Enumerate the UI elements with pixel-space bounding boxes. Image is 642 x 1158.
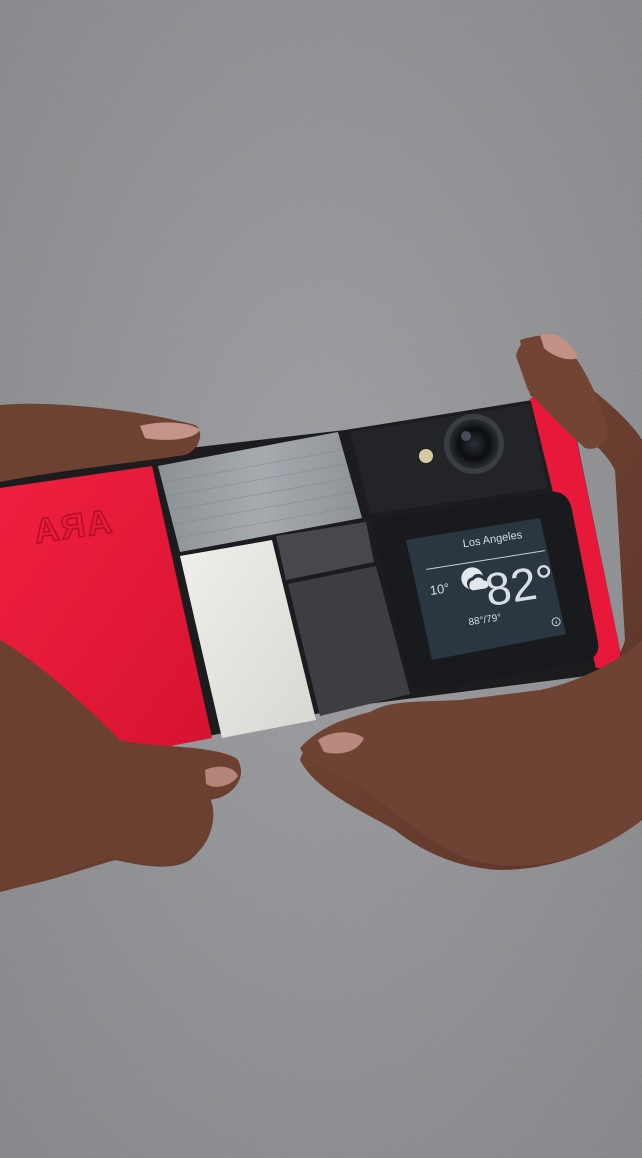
flash-led-icon [419, 449, 433, 463]
weather-secondary-temp: 10° [429, 580, 451, 598]
weather-temperature: 82° [481, 554, 558, 616]
photo-scene: ARA Los Angeles 10° 82° 88°/79° [0, 0, 642, 1158]
camera-lens-icon [444, 414, 504, 474]
